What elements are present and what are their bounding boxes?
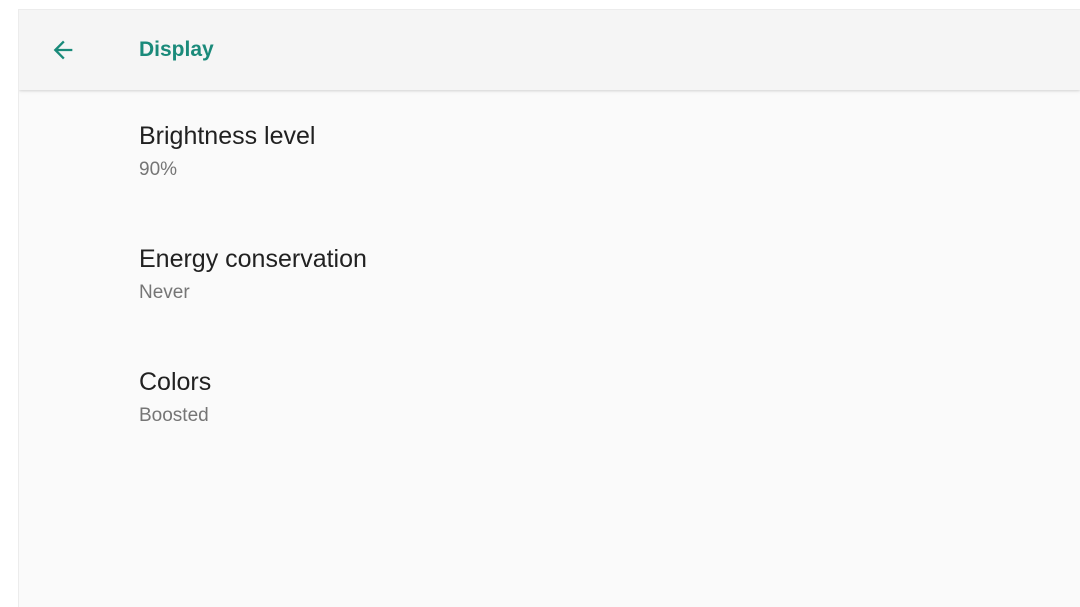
setting-summary: Boosted — [139, 405, 209, 426]
setting-energy-conservation[interactable]: Energy conservation Never — [19, 213, 1080, 336]
back-button[interactable] — [41, 28, 85, 72]
setting-title: Energy conservation — [139, 245, 367, 273]
display-settings-screen: Display Brightness level 90% Energy cons… — [18, 9, 1080, 607]
setting-colors[interactable]: Colors Boosted — [19, 336, 1080, 459]
setting-title: Colors — [139, 368, 212, 396]
arrow-back-icon — [53, 40, 73, 60]
setting-summary: 90% — [139, 159, 178, 180]
setting-brightness-level[interactable]: Brightness level 90% — [19, 90, 1080, 213]
page-title: Display — [139, 38, 214, 61]
app-bar: Display — [19, 10, 1080, 90]
setting-summary: Never — [139, 282, 190, 303]
settings-list: Brightness level 90% Energy conservation… — [19, 90, 1080, 459]
setting-title: Brightness level — [139, 122, 316, 150]
